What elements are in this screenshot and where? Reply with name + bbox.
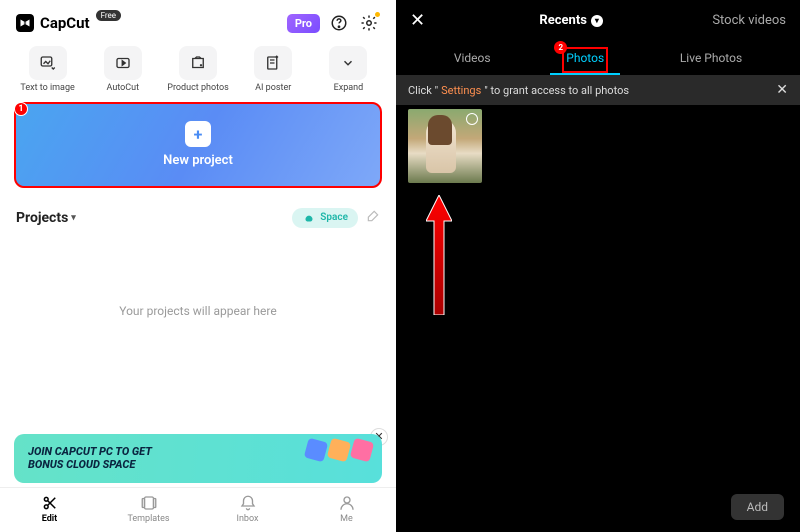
- close-icon[interactable]: ✕: [410, 10, 430, 31]
- tab-videos[interactable]: Videos: [448, 45, 497, 75]
- tool-autocut[interactable]: AutoCut: [89, 46, 156, 94]
- nav-templates[interactable]: Templates: [99, 488, 198, 532]
- nav-inbox[interactable]: Inbox: [198, 488, 297, 532]
- add-button[interactable]: Add: [731, 494, 784, 520]
- projects-empty-state: Your projects will appear here: [0, 232, 396, 434]
- album-selector[interactable]: Recents ▾: [539, 13, 603, 28]
- photo-thumbnail[interactable]: [408, 109, 482, 183]
- banner-decoration: [306, 440, 372, 460]
- photo-grid: [396, 105, 800, 482]
- picker-footer: Add: [396, 482, 800, 532]
- caret-down-icon: ▾: [71, 213, 76, 223]
- annotation-arrow-icon: [426, 195, 452, 315]
- nav-edit[interactable]: Edit: [0, 488, 99, 532]
- app-header: CapCut Free Pro: [0, 0, 396, 42]
- new-project-label: New project: [163, 153, 233, 168]
- app-main-panel: CapCut Free Pro Text to image AutoCut Pr…: [0, 0, 396, 532]
- projects-title[interactable]: Projects ▾: [16, 210, 284, 226]
- nav-me[interactable]: Me: [297, 488, 396, 532]
- tool-expand[interactable]: Expand: [315, 46, 382, 94]
- new-project-button[interactable]: 1 + New project: [14, 102, 382, 188]
- promo-banner[interactable]: JOIN CAPCUT PC TO GET BONUS CLOUD SPACE: [14, 434, 382, 484]
- tool-text-to-image[interactable]: Text to image: [14, 46, 81, 94]
- tool-ai-poster[interactable]: AI poster: [240, 46, 307, 94]
- edit-icon[interactable]: [366, 208, 380, 227]
- tab-live-photos[interactable]: Live Photos: [674, 45, 748, 75]
- pro-badge-button[interactable]: Pro: [287, 14, 320, 33]
- plus-icon: +: [185, 121, 211, 147]
- strip-close-icon[interactable]: ✕: [776, 82, 788, 98]
- free-badge: Free: [96, 10, 121, 21]
- app-logo: CapCut Free: [16, 14, 279, 32]
- settings-link[interactable]: Settings: [441, 84, 481, 97]
- tools-row: Text to image AutoCut Product photos AI …: [0, 42, 396, 100]
- chevron-down-icon: [329, 46, 367, 80]
- tab-photos[interactable]: 2 Photos: [560, 45, 610, 75]
- picker-header: ✕ Recents ▾ Stock videos: [396, 0, 800, 37]
- projects-header-row: Projects ▾ Space: [0, 198, 396, 232]
- bottom-nav: Edit Templates Inbox Me: [0, 487, 396, 532]
- promo-banner-wrap: ✕ JOIN CAPCUT PC TO GET BONUS CLOUD SPAC…: [0, 434, 396, 488]
- tool-product-photos[interactable]: Product photos: [164, 46, 231, 94]
- stock-videos-link[interactable]: Stock videos: [712, 13, 786, 28]
- selection-ring-icon[interactable]: [466, 113, 478, 125]
- notification-dot: [375, 12, 380, 17]
- permission-strip[interactable]: Click " Settings " to grant access to al…: [396, 75, 800, 105]
- chevron-down-icon: ▾: [591, 15, 603, 27]
- help-icon[interactable]: [328, 12, 350, 34]
- settings-icon[interactable]: [358, 12, 380, 34]
- callout-badge-1: 1: [14, 102, 28, 116]
- app-name-text: CapCut: [40, 14, 90, 32]
- new-project-wrap: 1 + New project: [0, 100, 396, 198]
- space-button[interactable]: Space: [292, 208, 358, 228]
- media-type-tabs: Videos 2 Photos Live Photos: [396, 37, 800, 75]
- capcut-logo-icon: [16, 14, 34, 32]
- media-picker-panel: ✕ Recents ▾ Stock videos Videos 2 Photos…: [396, 0, 800, 532]
